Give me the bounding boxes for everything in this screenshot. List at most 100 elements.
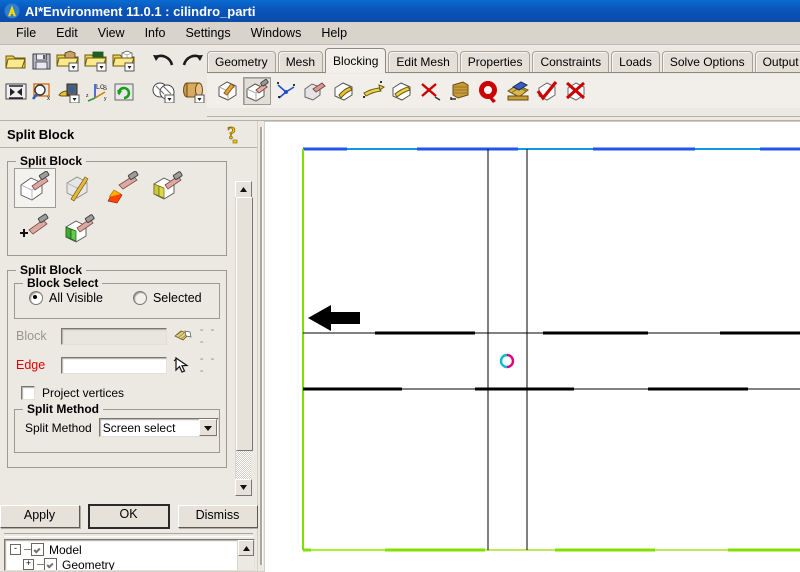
transform-block-icon[interactable] — [388, 77, 416, 105]
tree-node-model[interactable]: - Model — [8, 542, 237, 557]
split-block-icon[interactable] — [243, 77, 271, 105]
select-blocks-icon[interactable] — [173, 326, 194, 346]
checkbox-project-vertices[interactable]: Project vertices — [21, 386, 226, 400]
menu-info[interactable]: Info — [135, 23, 176, 43]
open-file-icon[interactable] — [4, 47, 28, 75]
window-title: AI*Environment 11.0.1 : cilindro_parti — [25, 3, 256, 19]
panel-scrollbar-thumb[interactable] — [236, 197, 253, 451]
ogrid-icon[interactable] — [504, 77, 532, 105]
help-question-icon[interactable]: ? — [225, 122, 247, 149]
menu-view[interactable]: View — [88, 23, 135, 43]
main-toolbar: x L C S z y — [0, 45, 205, 119]
menu-edit[interactable]: Edit — [46, 23, 88, 43]
refresh-icon[interactable] — [112, 78, 136, 106]
panel-scrollbar[interactable] — [234, 180, 253, 497]
save-file-icon[interactable] — [30, 47, 53, 75]
edit-block-icon[interactable] — [301, 77, 329, 105]
open-mesh-icon[interactable] — [83, 47, 109, 75]
edge-field-dots: - - - — [199, 353, 217, 377]
redo-icon[interactable] — [179, 47, 205, 75]
measure-icon[interactable] — [56, 78, 82, 106]
split-method-label: Split Method — [25, 420, 92, 435]
menu-settings[interactable]: Settings — [175, 23, 240, 43]
tree-scrollbar[interactable] — [237, 540, 254, 570]
model-tree[interactable]: - Model + Geometry - — [4, 539, 255, 571]
create-block-icon[interactable] — [214, 77, 242, 105]
panel-scrollbar-track[interactable] — [235, 197, 253, 480]
tab-properties[interactable]: Properties — [459, 51, 531, 73]
application-window: AI*Environment 11.0.1 : cilindro_parti F… — [0, 0, 800, 572]
ogrid-block-icon[interactable] — [102, 168, 144, 208]
open-blocking-icon[interactable] — [111, 47, 137, 75]
tab-constraints[interactable]: Constraints — [532, 51, 610, 73]
split-face-icon[interactable] — [146, 168, 188, 208]
tree-checkbox-model[interactable] — [31, 543, 44, 556]
split-block-mode-icon[interactable] — [14, 168, 56, 208]
split-vertical-icon[interactable] — [58, 210, 100, 250]
panel-button-row: Apply OK Dismiss — [0, 501, 258, 531]
module-tabs: Geometry Mesh Blocking Edit Mesh Propert… — [207, 47, 800, 73]
tab-blocking[interactable]: Blocking — [325, 48, 387, 73]
extend-split-icon[interactable] — [14, 210, 56, 250]
tab-geometry[interactable]: Geometry — [207, 51, 276, 73]
tab-output[interactable]: Output — [754, 51, 800, 73]
blocking-toolbar — [207, 74, 800, 108]
group-block-select: Block Select All Visible Selected — [14, 276, 220, 319]
radio-all-visible[interactable]: All Visible — [29, 291, 103, 305]
group-split-block-modes: Split Block — [7, 154, 227, 256]
move-vertex-icon[interactable] — [359, 77, 387, 105]
toolbar-area: x L C S z y Geometry Mesh Blocking Edit … — [0, 45, 800, 121]
panel-scroll-content: Split Block Split Block Block Select All… — [4, 153, 230, 495]
delete-icon[interactable] — [562, 77, 590, 105]
block-input[interactable] — [60, 327, 167, 345]
split-method-select[interactable]: Screen select — [98, 418, 219, 437]
edge-params-icon[interactable] — [446, 77, 474, 105]
3d-graphics-viewport[interactable] — [265, 121, 800, 572]
scroll-up-icon[interactable] — [235, 181, 252, 198]
tab-mesh[interactable]: Mesh — [277, 51, 324, 73]
tree-expander-geometry[interactable]: + — [23, 559, 34, 570]
tab-underline — [207, 72, 800, 73]
tab-loads[interactable]: Loads — [611, 51, 660, 73]
tree-label-model: Model — [49, 542, 82, 557]
tab-edit-mesh[interactable]: Edit Mesh — [388, 51, 458, 73]
undo-icon[interactable] — [151, 47, 177, 75]
ok-button[interactable]: OK — [87, 503, 170, 529]
lcs-axes-icon[interactable]: L C S z y — [84, 78, 110, 106]
tree-node-geometry[interactable]: + Geometry — [8, 557, 237, 570]
merge-vertices-icon[interactable] — [272, 77, 300, 105]
project-vertices-box — [21, 386, 35, 400]
panel-splitter[interactable] — [258, 121, 264, 571]
menu-file[interactable]: File — [6, 23, 46, 43]
fit-window-icon[interactable] — [4, 78, 28, 106]
scroll-down-icon[interactable] — [235, 479, 252, 496]
tree-checkbox-geometry[interactable] — [44, 558, 57, 570]
panel-divider — [4, 533, 253, 537]
tree-connector — [24, 549, 31, 550]
associate-icon[interactable] — [330, 77, 358, 105]
splitter-grip[interactable] — [260, 127, 263, 565]
delete-block-icon[interactable] — [417, 77, 445, 105]
premesh-quality-icon[interactable] — [475, 77, 503, 105]
menu-windows[interactable]: Windows — [241, 23, 312, 43]
radio-selected-label: Selected — [152, 291, 202, 305]
check-blocks-icon[interactable] — [533, 77, 561, 105]
zoom-box-icon[interactable]: x — [30, 78, 54, 106]
menu-help[interactable]: Help — [311, 23, 357, 43]
tree-scroll-up-icon[interactable] — [238, 540, 254, 556]
block-field-dots: - - - — [199, 324, 217, 348]
edge-input[interactable] — [60, 356, 167, 374]
group-label-block-select: Block Select — [23, 276, 103, 290]
tab-solve-options[interactable]: Solve Options — [661, 51, 753, 73]
view-solid-icon[interactable] — [180, 78, 208, 106]
context-toolbar-underline — [207, 116, 800, 117]
tree-expander-model[interactable]: - — [10, 544, 21, 555]
split-free-face-icon[interactable] — [58, 168, 100, 208]
open-geometry-icon[interactable] — [55, 47, 81, 75]
select-edge-cursor-icon[interactable] — [173, 355, 194, 375]
group-split-method: Split Method Split Method Screen select — [14, 402, 220, 453]
apply-button[interactable]: Apply — [0, 504, 80, 528]
dismiss-button[interactable]: Dismiss — [177, 504, 258, 528]
view-cut-icon[interactable] — [150, 78, 178, 106]
radio-selected[interactable]: Selected — [132, 291, 202, 305]
